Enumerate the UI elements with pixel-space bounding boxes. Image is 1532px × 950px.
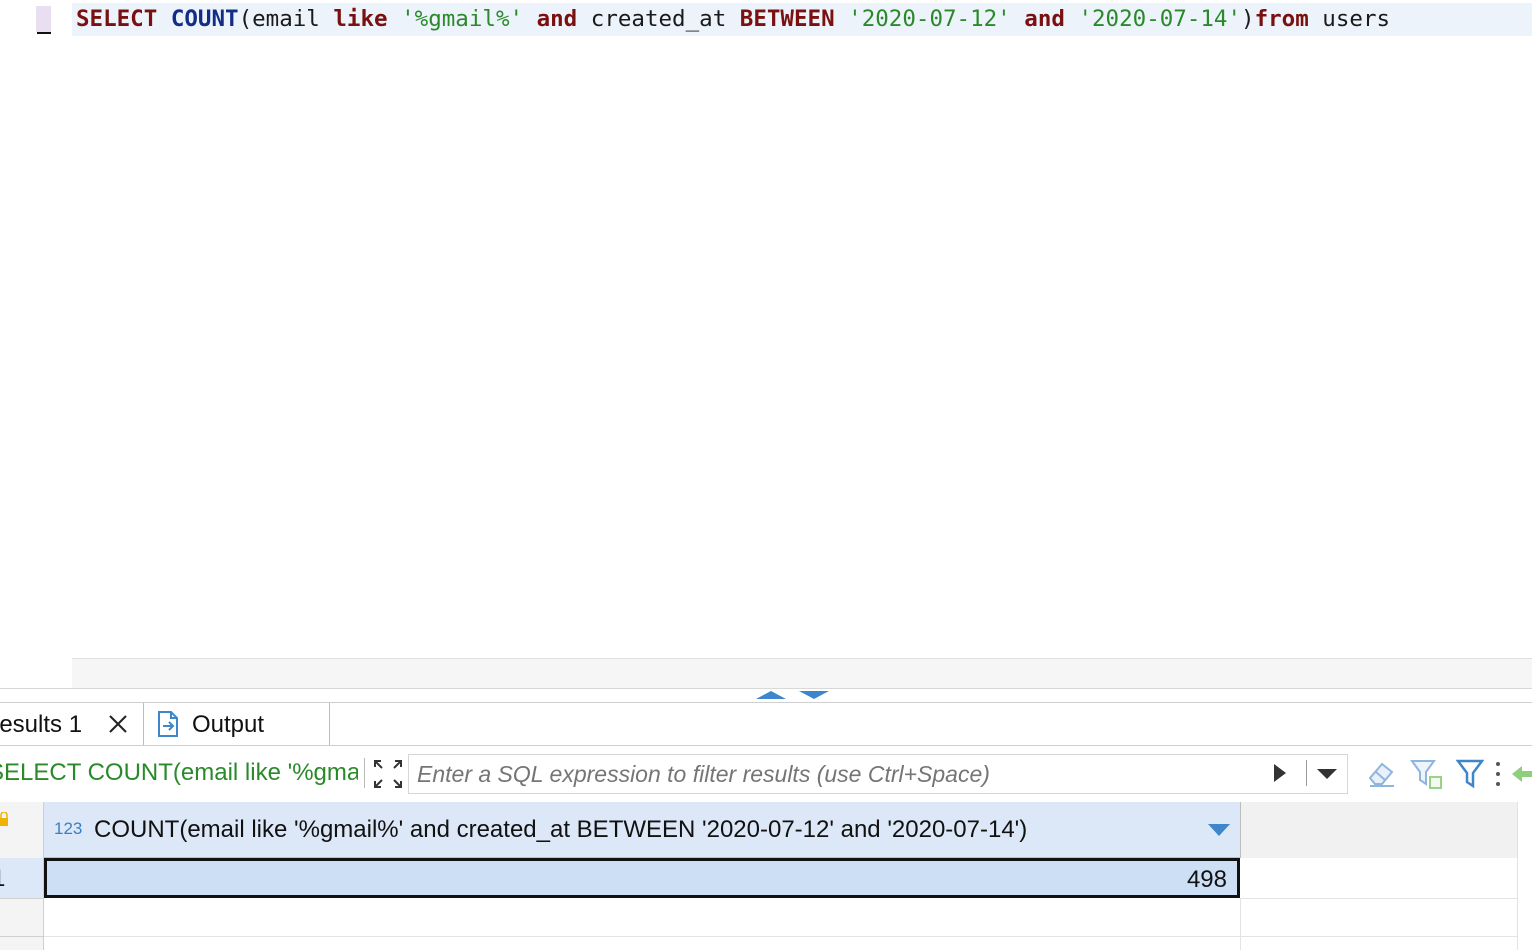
numeric-type-icon: 123 [54, 819, 83, 838]
sql-token-kw: SELECT [76, 6, 158, 32]
table-cell-selected[interactable]: 498 [44, 858, 1240, 898]
line-marker [36, 6, 51, 32]
maximize-editor-arrow-icon[interactable] [756, 691, 786, 699]
cell-value: 498 [1186, 866, 1227, 893]
row-divider [44, 936, 1517, 937]
save-filter-icon[interactable] [1410, 758, 1444, 790]
sort-dropdown-icon[interactable] [1208, 824, 1230, 836]
row-number-label: 1 [0, 865, 5, 893]
tab-results-1[interactable]: Results 1 [0, 703, 144, 745]
panel-splitter[interactable] [0, 688, 1532, 703]
row-divider [1241, 898, 1517, 899]
sql-token-kw: like [333, 6, 388, 32]
sql-token-plain: users [1308, 6, 1391, 32]
sql-token-plain: created_at [577, 6, 740, 32]
active-query-text: SELECT COUNT(email like '%gmail%' and cr… [0, 759, 358, 786]
maximize-results-arrow-icon[interactable] [799, 691, 829, 699]
more-options-icon[interactable] [1494, 760, 1502, 788]
row-number-cell[interactable]: 1 [0, 858, 43, 898]
filter-expression-input[interactable] [408, 754, 1348, 794]
sql-token-plain [1011, 6, 1025, 32]
results-tab-bar: Results 1 Output [0, 703, 1532, 746]
sql-token-plain [835, 6, 849, 32]
sql-token-str: '%gmail%' [401, 6, 524, 32]
vertical-scrollbar[interactable] [1517, 802, 1532, 950]
sql-token-kw: and [1024, 6, 1065, 32]
divider [1306, 760, 1307, 786]
sql-token-plain: ) [1241, 6, 1255, 32]
sql-token-plain: (email [238, 6, 334, 32]
eraser-icon[interactable] [1366, 758, 1398, 788]
sql-token-plain [1065, 6, 1079, 32]
filter-toolbar: SELECT COUNT(email like '%gmail%' and cr… [0, 746, 1532, 800]
row-divider [0, 936, 44, 937]
tab-results-label: Results 1 [0, 711, 83, 738]
lock-icon [0, 812, 8, 826]
sql-editor[interactable]: SELECT COUNT(email like '%gmail%' and cr… [0, 0, 1532, 689]
row-divider [0, 898, 44, 899]
sql-token-str: '2020-07-14' [1078, 6, 1242, 32]
maximize-icon[interactable] [372, 758, 404, 790]
sql-token-kw: and [536, 6, 578, 32]
filter-icon[interactable] [1456, 758, 1484, 788]
close-icon[interactable] [108, 714, 128, 734]
header-empty-area [1241, 802, 1517, 858]
tab-output[interactable]: Output [144, 703, 330, 745]
output-icon [158, 711, 178, 737]
divider [364, 758, 365, 788]
sql-token-fn: COUNT [170, 6, 239, 32]
sql-token-plain [523, 6, 537, 32]
text-caret [37, 32, 51, 34]
sql-token-str: '2020-07-12' [848, 6, 1011, 32]
back-arrow-icon[interactable] [1510, 760, 1532, 788]
sql-token-kw: BETWEEN [739, 6, 835, 32]
column-header[interactable]: 123 COUNT(email like '%gmail%' and creat… [44, 802, 1241, 858]
sql-code-line[interactable]: SELECT COUNT(email like '%gmail%' and cr… [72, 3, 1532, 36]
sql-token-plain [388, 6, 402, 32]
apply-filter-icon[interactable] [1273, 763, 1287, 783]
chevron-down-icon[interactable] [1316, 768, 1338, 780]
column-divider [1240, 898, 1241, 950]
column-header-label: COUNT(email like '%gmail%' and created_a… [94, 816, 1028, 843]
results-grid[interactable]: 123 COUNT(email like '%gmail%' and creat… [0, 802, 1532, 950]
sql-token-kw: from [1254, 6, 1309, 32]
editor-horizontal-scrollbar[interactable] [72, 658, 1532, 689]
tab-output-label: Output [192, 711, 265, 738]
sql-token-plain [157, 6, 171, 32]
